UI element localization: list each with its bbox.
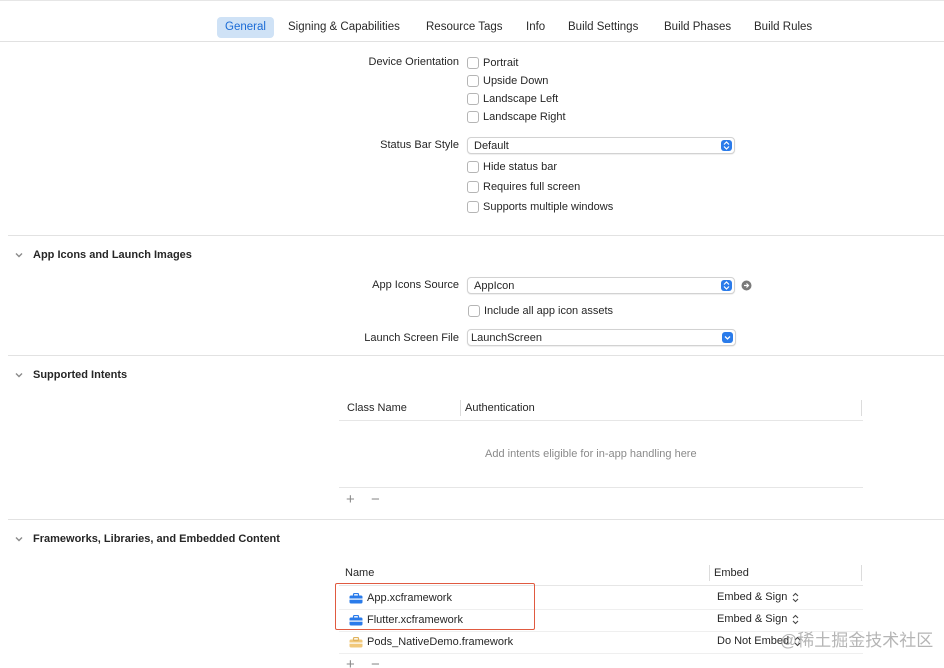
chevron-down-icon — [722, 332, 733, 343]
embed-value: Embed & Sign — [717, 613, 788, 625]
checkbox-box[interactable] — [467, 57, 479, 69]
section-title-supported-intents: Supported Intents — [33, 369, 128, 381]
column-divider — [861, 400, 862, 416]
highlight-annotation-box — [335, 583, 535, 630]
tab-build-settings[interactable]: Build Settings — [560, 17, 646, 38]
launch-screen-file-label: Launch Screen File — [364, 332, 459, 344]
chevron-down-icon[interactable] — [14, 250, 24, 260]
column-header-authentication[interactable]: Authentication — [465, 402, 535, 414]
watermark-text: @稀土掘金技术社区 — [780, 631, 934, 650]
section-divider — [8, 519, 944, 520]
remove-framework-button[interactable]: − — [371, 657, 380, 668]
add-framework-button[interactable]: + — [346, 657, 355, 668]
embed-popup[interactable]: Embed & Sign — [717, 591, 800, 603]
framework-name: Pods_NativeDemo.framework — [367, 636, 514, 648]
checkbox-label: Upside Down — [483, 75, 549, 87]
framework-package-icon — [349, 636, 363, 647]
row-divider — [339, 653, 863, 654]
framework-row[interactable]: Pods_NativeDemo.framework — [349, 631, 513, 653]
orientation-landscape-right-checkbox[interactable]: Landscape Right — [467, 109, 566, 125]
device-orientation-label: Device Orientation — [368, 56, 460, 68]
orientation-landscape-left-checkbox[interactable]: Landscape Left — [467, 91, 558, 107]
status-bar-style-label: Status Bar Style — [380, 139, 459, 151]
tab-signing-capabilities[interactable]: Signing & Capabilities — [280, 17, 408, 38]
requires-full-screen-checkbox[interactable]: Requires full screen — [467, 179, 580, 195]
editor-tab-bar: General Signing & Capabilities Resource … — [0, 0, 944, 42]
tab-build-phases[interactable]: Build Phases — [656, 17, 739, 38]
checkbox-box[interactable] — [468, 305, 480, 317]
remove-intent-button[interactable]: − — [371, 492, 380, 507]
combo-value[interactable]: LaunchScreen — [471, 331, 542, 345]
popup-value: AppIcon — [474, 280, 515, 292]
section-title-app-icons: App Icons and Launch Images — [33, 249, 192, 261]
hide-status-bar-checkbox[interactable]: Hide status bar — [467, 159, 557, 175]
column-divider — [861, 565, 862, 581]
include-all-icon-assets-checkbox[interactable]: Include all app icon assets — [468, 303, 613, 319]
embed-value: Embed & Sign — [717, 591, 788, 603]
add-intent-button[interactable]: + — [346, 492, 355, 507]
section-divider — [8, 355, 944, 356]
app-icons-source-popup[interactable]: AppIcon — [467, 277, 735, 294]
app-icons-source-label: App Icons Source — [372, 279, 459, 291]
arrow-right-circle-icon[interactable] — [741, 280, 752, 291]
supports-multiple-windows-checkbox[interactable]: Supports multiple windows — [467, 199, 613, 215]
checkbox-label: Portrait — [483, 57, 519, 69]
intents-table: Class Name Authentication Add intents el… — [339, 398, 863, 488]
section-title-frameworks: Frameworks, Libraries, and Embedded Cont… — [33, 533, 280, 545]
orientation-portrait-checkbox[interactable]: Portrait — [467, 55, 518, 71]
tab-general[interactable]: General — [217, 17, 274, 38]
section-divider — [8, 235, 944, 236]
checkbox-box[interactable] — [467, 161, 479, 173]
tab-resource-tags[interactable]: Resource Tags — [418, 17, 511, 38]
checkbox-label: Include all app icon assets — [484, 305, 614, 317]
column-divider — [460, 400, 461, 416]
chevron-down-icon[interactable] — [14, 534, 24, 544]
embed-value: Do Not Embed — [717, 635, 790, 647]
popup-value: Default — [474, 140, 509, 152]
checkbox-label: Landscape Left — [483, 93, 559, 105]
column-header-class-name[interactable]: Class Name — [347, 402, 407, 414]
table-bottom-divider — [339, 487, 863, 488]
checkbox-box[interactable] — [467, 111, 479, 123]
column-divider — [709, 565, 710, 581]
up-down-chevron-icon — [792, 614, 799, 624]
chevron-down-icon[interactable] — [14, 370, 24, 380]
checkbox-label: Hide status bar — [483, 161, 557, 173]
tab-info[interactable]: Info — [518, 17, 553, 38]
checkbox-label: Requires full screen — [483, 181, 581, 193]
checkbox-box[interactable] — [467, 93, 479, 105]
intents-empty-placeholder: Add intents eligible for in-app handling… — [485, 448, 697, 460]
up-down-chevron-icon — [792, 592, 799, 602]
checkbox-box[interactable] — [467, 181, 479, 193]
column-header-embed[interactable]: Embed — [714, 567, 749, 579]
orientation-upside-down-checkbox[interactable]: Upside Down — [467, 73, 548, 89]
column-header-name[interactable]: Name — [345, 567, 374, 579]
tab-build-rules[interactable]: Build Rules — [746, 17, 820, 38]
header-divider — [339, 420, 863, 421]
up-down-stepper-icon — [721, 140, 732, 151]
embed-popup[interactable]: Embed & Sign — [717, 613, 800, 625]
checkbox-box[interactable] — [467, 201, 479, 213]
launch-screen-file-combo[interactable]: LaunchScreen — [467, 329, 736, 346]
checkbox-label: Landscape Right — [483, 111, 566, 123]
checkbox-box[interactable] — [467, 75, 479, 87]
up-down-stepper-icon — [721, 280, 732, 291]
status-bar-style-popup[interactable]: Default — [467, 137, 735, 154]
checkbox-label: Supports multiple windows — [483, 201, 614, 213]
